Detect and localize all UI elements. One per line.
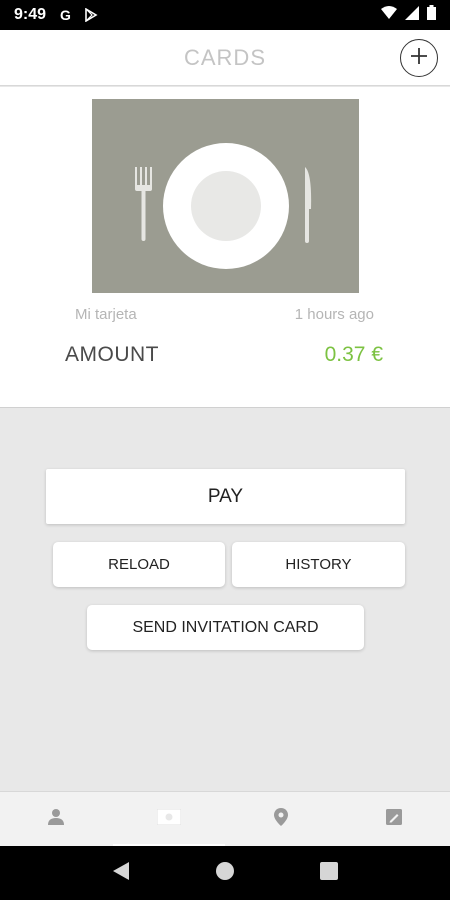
app-bar: CARDS — [0, 30, 450, 86]
status-bar: 9:49 G — [0, 0, 450, 30]
home-icon — [215, 861, 235, 886]
card-icon — [156, 808, 182, 830]
recents-icon — [319, 861, 338, 885]
pay-button[interactable]: PAY — [46, 469, 405, 524]
card-name: Mi tarjeta — [75, 306, 137, 323]
person-icon — [47, 808, 65, 831]
back-icon — [112, 861, 130, 886]
wifi-icon — [381, 5, 397, 25]
status-time: 9:49 — [14, 6, 47, 23]
amount-value: 0.37 € — [324, 343, 383, 366]
notes-icon — [385, 808, 402, 830]
bottom-nav — [0, 791, 450, 846]
knife-icon — [305, 167, 312, 243]
send-invitation-card-button[interactable]: SEND INVITATION CARD — [87, 605, 364, 650]
nav-item-locations[interactable] — [225, 792, 338, 846]
google-g-icon: G — [60, 8, 74, 22]
nav-item-cards[interactable] — [112, 792, 226, 846]
plus-icon — [409, 46, 429, 71]
page-title: CARDS — [183, 44, 266, 70]
amount-label: AMOUNT — [65, 343, 159, 366]
play-store-icon — [84, 8, 98, 22]
signal-icon — [405, 5, 419, 25]
system-nav-bar — [0, 846, 450, 900]
card-panel[interactable]: Mi tarjeta 1 hours ago AMOUNT 0.37 € — [0, 87, 450, 408]
fork-icon — [135, 167, 152, 241]
nav-item-notes[interactable] — [338, 792, 450, 846]
back-button[interactable] — [112, 861, 130, 886]
history-button[interactable]: HISTORY — [232, 542, 405, 587]
battery-icon — [427, 5, 436, 25]
card-image — [92, 99, 359, 293]
svg-text:G: G — [60, 8, 71, 22]
location-pin-icon — [274, 807, 289, 831]
recents-button[interactable] — [319, 861, 338, 885]
nav-item-profile[interactable] — [0, 792, 113, 846]
card-updated-time: 1 hours ago — [294, 306, 374, 323]
home-button[interactable] — [215, 861, 235, 886]
add-card-button[interactable] — [400, 39, 438, 77]
plate-icon — [163, 143, 289, 269]
reload-button[interactable]: RELOAD — [53, 542, 225, 587]
